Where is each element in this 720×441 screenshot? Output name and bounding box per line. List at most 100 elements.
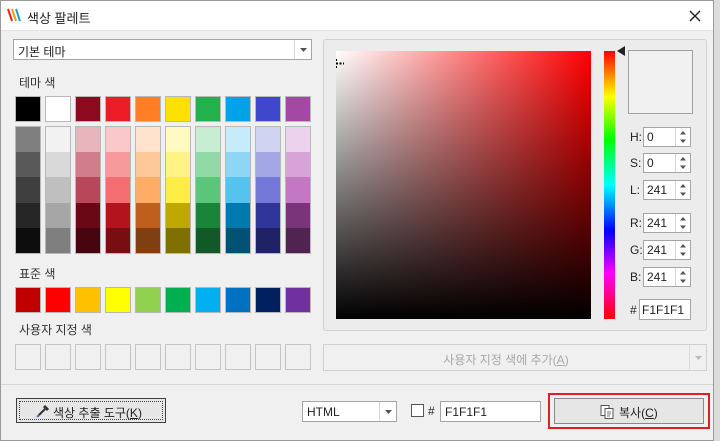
theme-color-swatch[interactable]	[165, 96, 191, 122]
standard-color-swatch[interactable]	[255, 287, 281, 313]
chevron-down-icon[interactable]	[676, 223, 690, 232]
custom-color-slot[interactable]	[135, 344, 161, 370]
theme-shade-swatch[interactable]	[286, 152, 310, 178]
standard-color-swatch[interactable]	[225, 287, 251, 313]
theme-shade-swatch[interactable]	[136, 127, 160, 153]
theme-shade-swatch[interactable]	[226, 152, 250, 178]
saturation-value-area[interactable]	[336, 51, 591, 319]
custom-color-slot[interactable]	[195, 344, 221, 370]
color-value-spinbox[interactable]: 241	[643, 213, 691, 233]
standard-color-swatch[interactable]	[15, 287, 41, 313]
theme-shade-swatch[interactable]	[286, 227, 310, 253]
theme-shade-swatch[interactable]	[106, 152, 130, 178]
theme-shade-swatch[interactable]	[76, 152, 100, 178]
theme-shade-swatch[interactable]	[76, 227, 100, 253]
standard-color-swatch[interactable]	[75, 287, 101, 313]
theme-shade-swatch[interactable]	[106, 227, 130, 253]
custom-color-slot[interactable]	[45, 344, 71, 370]
custom-color-slot[interactable]	[15, 344, 41, 370]
theme-shade-swatch[interactable]	[136, 177, 160, 203]
copy-button[interactable]: 복사(C)	[554, 398, 704, 424]
theme-shade-swatch[interactable]	[16, 127, 40, 153]
theme-shade-swatch[interactable]	[196, 227, 220, 253]
color-value-spinbox[interactable]: 0	[643, 127, 691, 147]
theme-color-swatch[interactable]	[225, 96, 251, 122]
standard-color-swatch[interactable]	[285, 287, 311, 313]
hex-input[interactable]: F1F1F1	[639, 299, 691, 320]
standard-color-swatch[interactable]	[105, 287, 131, 313]
hue-marker-icon[interactable]	[617, 46, 625, 56]
theme-shade-swatch[interactable]	[106, 202, 130, 228]
theme-shade-swatch[interactable]	[256, 127, 280, 153]
close-icon[interactable]	[683, 4, 707, 28]
color-value-spinbox[interactable]: 241	[643, 240, 691, 260]
theme-color-swatch[interactable]	[45, 96, 71, 122]
standard-color-swatch[interactable]	[135, 287, 161, 313]
theme-shade-swatch[interactable]	[136, 227, 160, 253]
custom-color-slot[interactable]	[75, 344, 101, 370]
hue-slider[interactable]	[604, 51, 615, 319]
theme-shade-swatch[interactable]	[16, 177, 40, 203]
output-hex-field[interactable]: F1F1F1	[440, 401, 541, 422]
theme-shade-swatch[interactable]	[196, 152, 220, 178]
custom-color-slot[interactable]	[285, 344, 311, 370]
theme-color-swatch[interactable]	[255, 96, 281, 122]
standard-color-swatch[interactable]	[165, 287, 191, 313]
theme-shade-swatch[interactable]	[166, 127, 190, 153]
theme-shade-swatch[interactable]	[256, 177, 280, 203]
theme-color-swatch[interactable]	[15, 96, 41, 122]
custom-color-slot[interactable]	[105, 344, 131, 370]
theme-shade-swatch[interactable]	[46, 227, 70, 253]
theme-shade-swatch[interactable]	[286, 202, 310, 228]
custom-color-slot[interactable]	[165, 344, 191, 370]
chevron-down-icon[interactable]	[676, 190, 690, 199]
theme-shade-swatch[interactable]	[166, 202, 190, 228]
chevron-down-icon[interactable]	[676, 250, 690, 259]
theme-shade-swatch[interactable]	[226, 127, 250, 153]
theme-shade-swatch[interactable]	[196, 127, 220, 153]
theme-shade-swatch[interactable]	[256, 227, 280, 253]
theme-shade-swatch[interactable]	[226, 202, 250, 228]
chevron-up-icon[interactable]	[676, 241, 690, 250]
theme-shade-swatch[interactable]	[46, 177, 70, 203]
theme-shade-swatch[interactable]	[286, 177, 310, 203]
theme-shade-swatch[interactable]	[286, 127, 310, 153]
theme-shade-swatch[interactable]	[46, 152, 70, 178]
chevron-down-icon[interactable]	[676, 137, 690, 146]
theme-color-swatch[interactable]	[135, 96, 161, 122]
theme-shade-swatch[interactable]	[76, 202, 100, 228]
chevron-up-icon[interactable]	[676, 268, 690, 277]
theme-shade-swatch[interactable]	[106, 127, 130, 153]
theme-shade-swatch[interactable]	[226, 177, 250, 203]
theme-shade-swatch[interactable]	[196, 177, 220, 203]
chevron-down-icon[interactable]	[689, 345, 706, 370]
theme-shade-swatch[interactable]	[46, 127, 70, 153]
theme-dropdown[interactable]: 기본 테마	[13, 39, 312, 60]
theme-shade-swatch[interactable]	[16, 227, 40, 253]
theme-color-swatch[interactable]	[195, 96, 221, 122]
theme-shade-swatch[interactable]	[106, 177, 130, 203]
theme-shade-swatch[interactable]	[256, 202, 280, 228]
standard-color-swatch[interactable]	[45, 287, 71, 313]
theme-color-swatch[interactable]	[105, 96, 131, 122]
color-value-spinbox[interactable]: 241	[643, 267, 691, 287]
color-value-spinbox[interactable]: 0	[643, 153, 691, 173]
chevron-up-icon[interactable]	[676, 154, 690, 163]
eyedropper-button[interactable]: 색상 추출 도구(K)	[16, 398, 166, 423]
theme-shade-swatch[interactable]	[256, 152, 280, 178]
theme-shade-swatch[interactable]	[166, 177, 190, 203]
format-dropdown[interactable]: HTML	[302, 401, 397, 422]
custom-color-slot[interactable]	[255, 344, 281, 370]
theme-shade-swatch[interactable]	[46, 202, 70, 228]
chevron-up-icon[interactable]	[676, 128, 690, 137]
theme-color-swatch[interactable]	[285, 96, 311, 122]
standard-color-swatch[interactable]	[195, 287, 221, 313]
theme-shade-swatch[interactable]	[136, 152, 160, 178]
chevron-up-icon[interactable]	[676, 181, 690, 190]
theme-shade-swatch[interactable]	[166, 227, 190, 253]
add-custom-color-button[interactable]: 사용자 지정 색에 추가(A)	[323, 344, 707, 371]
include-hash-checkbox[interactable]	[411, 404, 424, 417]
theme-shade-swatch[interactable]	[76, 127, 100, 153]
theme-shade-swatch[interactable]	[196, 202, 220, 228]
chevron-down-icon[interactable]	[294, 40, 311, 59]
